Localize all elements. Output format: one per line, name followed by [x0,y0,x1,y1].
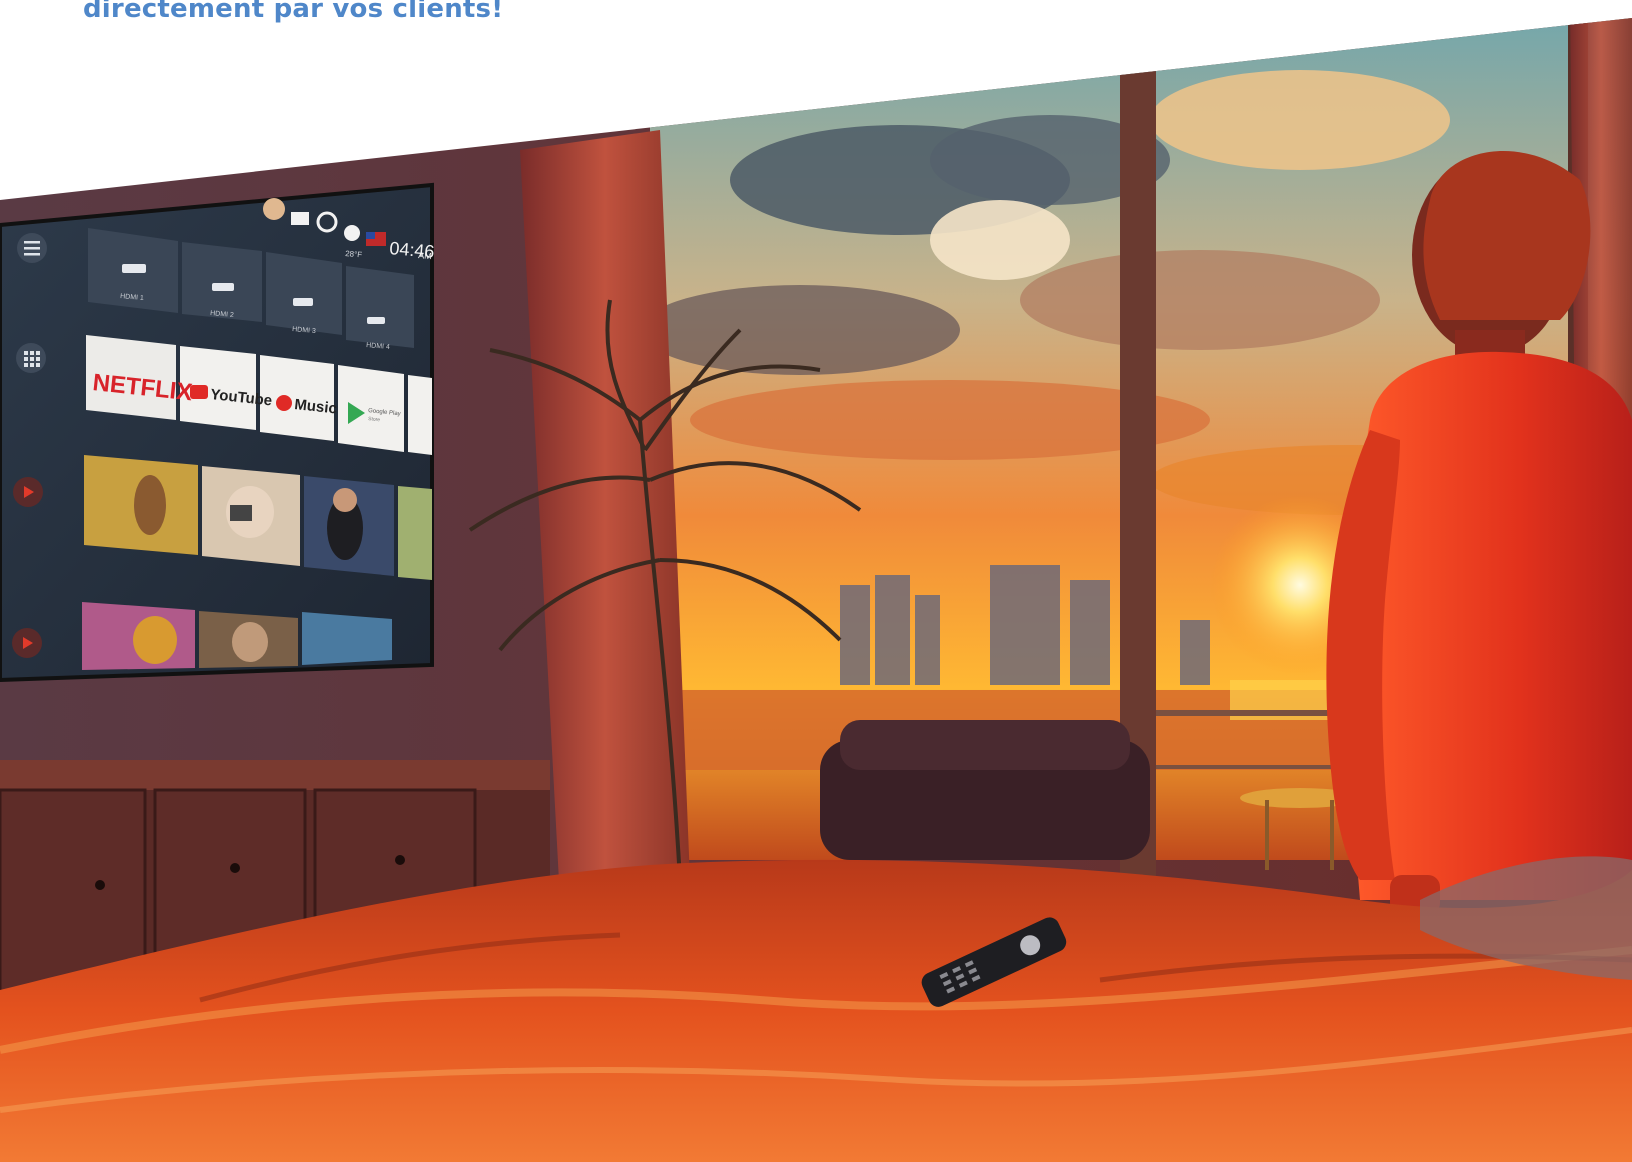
google-play-store-label: Store [368,416,381,423]
mail-icon [291,212,309,225]
avatar-icon [263,198,285,220]
armchair [820,720,1150,860]
smart-tv: 04:46 AM 28°F HDMI 1 HDMI 2 HDMI 3 HDMI … [0,182,435,683]
hotel-room-scene: 04:46 AM 28°F HDMI 1 HDMI 2 HDMI 3 HDMI … [0,18,1632,1162]
tv-clock-ampm: AM [418,250,432,261]
tv-temperature: 28°F [345,249,363,259]
weather-icon [344,225,360,241]
